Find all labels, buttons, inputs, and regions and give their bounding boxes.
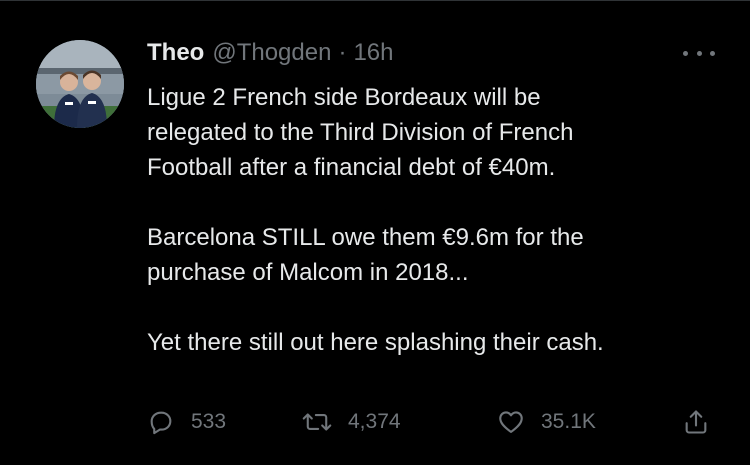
header-separator: ·: [338, 39, 347, 66]
share-button[interactable]: [682, 402, 710, 442]
avatar[interactable]: [36, 40, 124, 128]
tweet-text-line: Football after a financial debt of €40m.: [147, 154, 556, 181]
top-divider: [0, 0, 750, 1]
tweet-actions: 533 4,374 35.1K: [147, 402, 722, 442]
heart-icon: [499, 411, 523, 433]
reply-button[interactable]: 533: [147, 402, 226, 442]
tweet-text-line: purchase of Malcom in 2018...: [147, 259, 469, 286]
more-options-button[interactable]: [683, 46, 715, 60]
reply-icon: [150, 411, 172, 435]
tweet-text-line: relegated to the Third Division of Frenc…: [147, 119, 574, 146]
tweet-text-line: Ligue 2 French side Bordeaux will be: [147, 84, 541, 111]
retweet-icon: [302, 413, 332, 431]
like-button[interactable]: 35.1K: [497, 402, 596, 442]
tweet-text-line: Yet there still out here splashing their…: [147, 329, 604, 356]
more-horizontal-icon: [710, 50, 715, 56]
like-count: 35.1K: [541, 410, 596, 433]
avatar-photo-icon: [36, 40, 124, 128]
tweet-text: Ligue 2 French side Bordeaux will be rel…: [147, 80, 727, 360]
timestamp[interactable]: 16h: [353, 39, 393, 67]
more-horizontal-icon: [696, 50, 702, 56]
retweet-button[interactable]: 4,374: [302, 402, 401, 442]
share-icon: [685, 410, 707, 434]
tweet-header: Theo @Thogden · 16h: [147, 38, 393, 68]
author-name[interactable]: Theo: [147, 39, 204, 67]
more-horizontal-icon: [683, 50, 688, 56]
author-handle[interactable]: @Thogden: [212, 39, 331, 67]
retweet-count: 4,374: [348, 410, 401, 433]
tweet-text-line: Barcelona STILL owe them €9.6m for the: [147, 224, 584, 251]
reply-count: 533: [191, 410, 227, 433]
